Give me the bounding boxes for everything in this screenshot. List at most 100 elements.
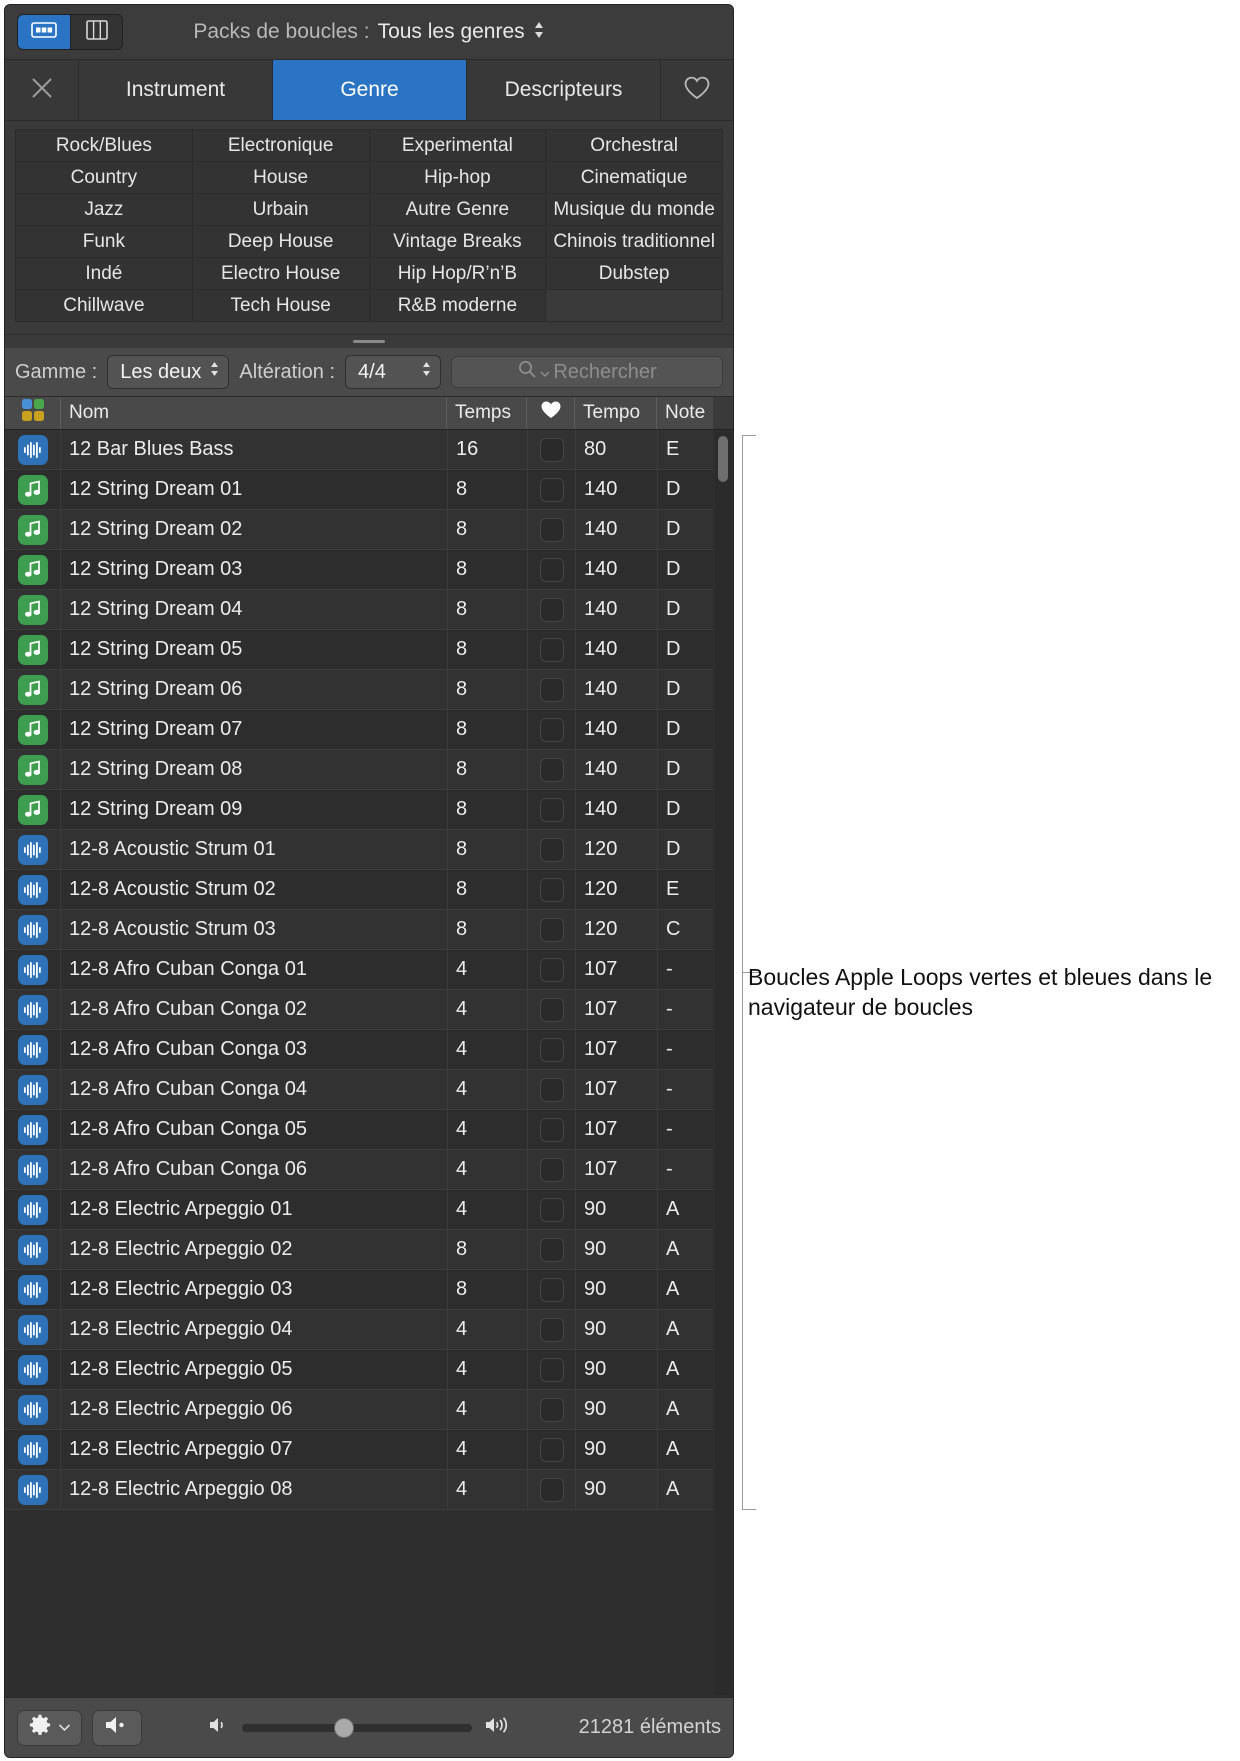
loop-favorite-cell[interactable] [527,790,575,829]
loop-favorite-cell[interactable] [527,430,575,469]
favorite-checkbox[interactable] [539,1277,564,1302]
loop-favorite-cell[interactable] [527,1270,575,1309]
genre-cell-orchestral[interactable]: Orchestral [546,130,722,161]
signature-popup-button[interactable]: 4/4 [345,355,442,389]
table-row[interactable]: 12 Bar Blues Bass 16 80 E [5,430,713,470]
favorite-checkbox[interactable] [539,1237,564,1262]
loop-favorite-cell[interactable] [527,1350,575,1389]
column-view-button[interactable] [70,15,122,49]
genre-cell-autre-genre[interactable]: Autre Genre [369,194,546,225]
loop-packs-value[interactable]: Tous les genres [378,20,525,44]
table-row[interactable]: 12-8 Electric Arpeggio 08 4 90 A [5,1470,713,1510]
column-header-note[interactable]: Note [657,397,713,429]
table-row[interactable]: 12 String Dream 04 8 140 D [5,590,713,630]
genre-cell-country[interactable]: Country [16,162,192,193]
favorite-checkbox[interactable] [539,1077,564,1102]
favorite-checkbox[interactable] [539,597,564,622]
loop-favorite-cell[interactable] [527,1390,575,1429]
loop-favorite-cell[interactable] [527,1230,575,1269]
table-row[interactable]: 12-8 Electric Arpeggio 05 4 90 A [5,1350,713,1390]
genre-cell-rock-blues[interactable]: Rock/Blues [16,130,192,161]
favorite-checkbox[interactable] [539,437,564,462]
favorite-checkbox[interactable] [539,717,564,742]
loop-favorite-cell[interactable] [527,1110,575,1149]
close-browser-button[interactable] [5,60,79,120]
favorite-checkbox[interactable] [539,997,564,1022]
favorite-checkbox[interactable] [539,837,564,862]
table-row[interactable]: 12 String Dream 09 8 140 D [5,790,713,830]
volume-slider[interactable] [242,1717,473,1738]
loop-favorite-cell[interactable] [527,1070,575,1109]
table-row[interactable]: 12 String Dream 07 8 140 D [5,710,713,750]
genre-cell-electro-house[interactable]: Electro House [192,258,369,289]
table-row[interactable]: 12 String Dream 06 8 140 D [5,670,713,710]
table-row[interactable]: 12-8 Electric Arpeggio 06 4 90 A [5,1390,713,1430]
genre-cell-jazz[interactable]: Jazz [16,194,192,225]
scrollbar-thumb[interactable] [718,436,728,482]
loop-table-body[interactable]: 12 Bar Blues Bass 16 80 E 12 String Dream 01… [5,430,713,1697]
table-row[interactable]: 12 String Dream 05 8 140 D [5,630,713,670]
loop-favorite-cell[interactable] [527,910,575,949]
genre-cell-tech-house[interactable]: Tech House [192,290,369,321]
favorite-checkbox[interactable] [539,797,564,822]
favorite-checkbox[interactable] [539,1197,564,1222]
genre-cell-chillwave[interactable]: Chillwave [16,290,192,321]
search-field[interactable]: Rechercher [451,356,723,388]
column-header-favorite[interactable] [527,397,575,429]
genre-cell-house[interactable]: House [192,162,369,193]
loop-favorite-cell[interactable] [527,830,575,869]
genre-cell-cinematique[interactable]: Cinematique [546,162,722,193]
loop-favorite-cell[interactable] [527,670,575,709]
favorite-checkbox[interactable] [539,1157,564,1182]
column-header-tempo[interactable]: Tempo [575,397,657,429]
table-row[interactable]: 12-8 Afro Cuban Conga 06 4 107- [5,1150,713,1190]
loop-favorite-cell[interactable] [527,1190,575,1229]
favorites-filter-button[interactable] [661,60,733,120]
loop-favorite-cell[interactable] [527,1030,575,1069]
column-header-beats[interactable]: Temps [447,397,527,429]
scale-popup-button[interactable]: Les deux [107,355,230,389]
table-row[interactable]: 12-8 Afro Cuban Conga 02 4 107- [5,990,713,1030]
loop-favorite-cell[interactable] [527,550,575,589]
genre-cell-inde[interactable]: Indé [16,258,192,289]
genre-cell-dubstep[interactable]: Dubstep [546,258,722,289]
table-row[interactable]: 12-8 Afro Cuban Conga 01 4 107- [5,950,713,990]
loop-favorite-cell[interactable] [527,1470,575,1509]
loop-favorite-cell[interactable] [527,630,575,669]
table-row[interactable]: 12-8 Afro Cuban Conga 04 4 107- [5,1070,713,1110]
tab-genre[interactable]: Genre [273,60,467,120]
table-row[interactable]: 12-8 Electric Arpeggio 01 4 90 A [5,1190,713,1230]
favorite-checkbox[interactable] [539,757,564,782]
favorite-checkbox[interactable] [539,1117,564,1142]
favorite-checkbox[interactable] [539,517,564,542]
genre-cell-rnb-moderne[interactable]: R&B moderne [369,290,546,321]
column-header-name[interactable]: Nom [61,397,447,429]
tab-instrument[interactable]: Instrument [79,60,273,120]
loop-favorite-cell[interactable] [527,590,575,629]
table-row[interactable]: 12 String Dream 03 8 140 D [5,550,713,590]
genre-cell-deep-house[interactable]: Deep House [192,226,369,257]
favorite-checkbox[interactable] [539,1317,564,1342]
loop-favorite-cell[interactable] [527,750,575,789]
genre-cell-experimental[interactable]: Experimental [369,130,546,161]
loop-favorite-cell[interactable] [527,1430,575,1469]
loop-favorite-cell[interactable] [527,470,575,509]
table-row[interactable]: 12 String Dream 02 8 140 D [5,510,713,550]
loop-favorite-cell[interactable] [527,950,575,989]
genre-cell-musique-du-monde[interactable]: Musique du monde [546,194,722,225]
genre-cell-funk[interactable]: Funk [16,226,192,257]
table-row[interactable]: 12-8 Electric Arpeggio 07 4 90 A [5,1430,713,1470]
search-dropdown-icon[interactable] [540,361,550,384]
loop-favorite-cell[interactable] [527,710,575,749]
loop-favorite-cell[interactable] [527,510,575,549]
favorite-checkbox[interactable] [539,1477,564,1502]
favorite-checkbox[interactable] [539,557,564,582]
genre-cell-urbain[interactable]: Urbain [192,194,369,225]
table-row[interactable]: 12-8 Electric Arpeggio 02 8 90 A [5,1230,713,1270]
favorite-checkbox[interactable] [539,1437,564,1462]
favorite-checkbox[interactable] [539,637,564,662]
loop-favorite-cell[interactable] [527,990,575,1029]
favorite-checkbox[interactable] [539,917,564,942]
table-row[interactable]: 12-8 Acoustic Strum 03 8 120 C [5,910,713,950]
tab-descripteurs[interactable]: Descripteurs [467,60,661,120]
